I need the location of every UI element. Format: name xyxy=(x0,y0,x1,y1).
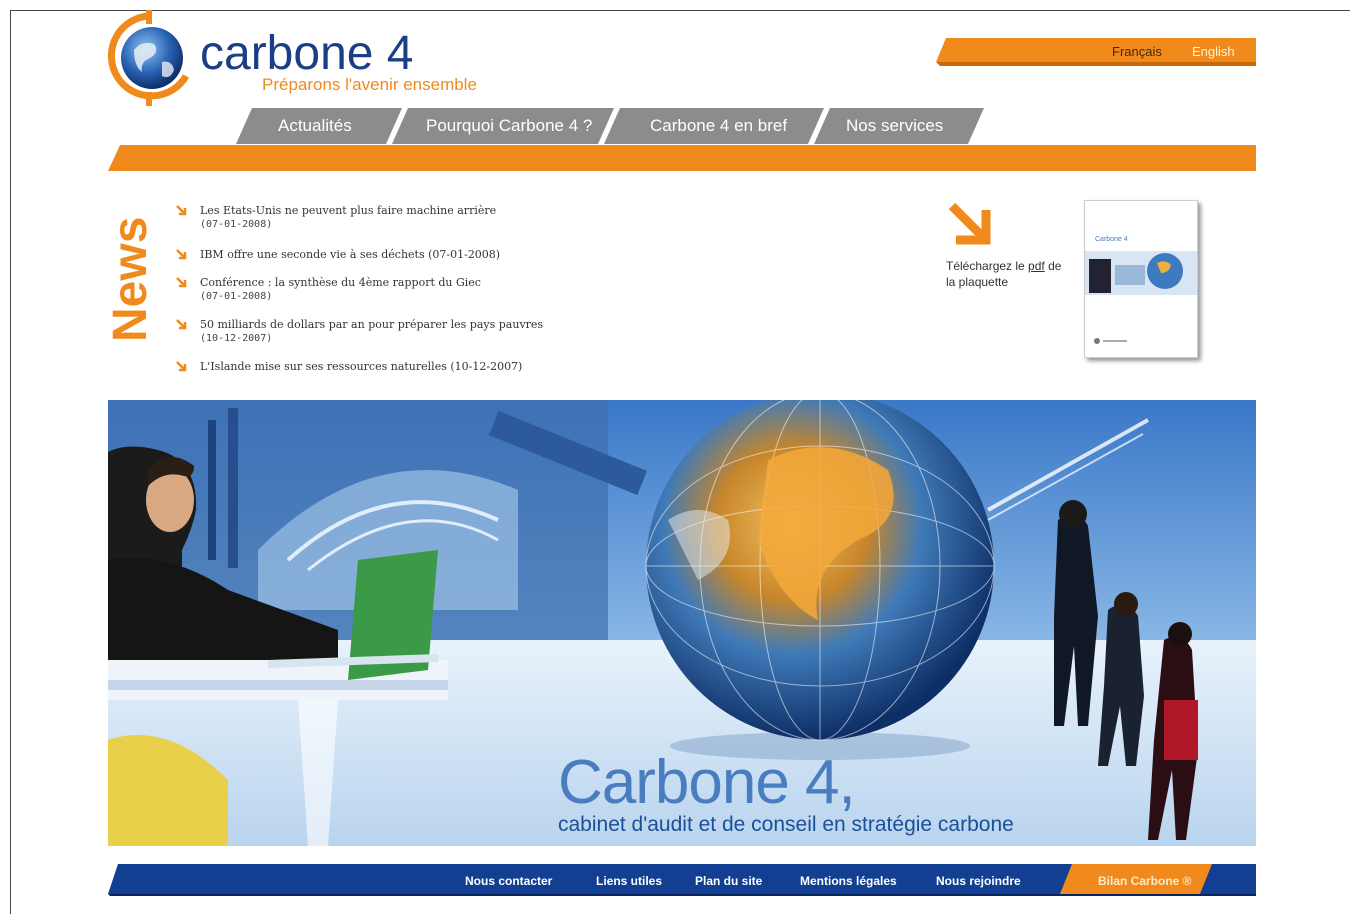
arrow-down-right-icon xyxy=(176,361,187,372)
hero-title: Carbone 4, xyxy=(558,748,856,817)
site-logo[interactable]: carbone 4 Préparons l'avenir ensemble xyxy=(104,10,524,110)
language-english-link[interactable]: English xyxy=(1192,44,1235,59)
logo-wordmark: carbone 4 xyxy=(200,27,414,80)
nav-tab-pourquoi[interactable]: Pourquoi Carbone 4 ? xyxy=(426,116,592,136)
news-item-title: Les Etats-Unis ne peuvent plus faire mac… xyxy=(200,204,497,217)
news-item-title: Conférence : la synthèse du 4ème rapport… xyxy=(200,276,481,289)
download-arrow-icon xyxy=(948,202,991,245)
news-item[interactable]: 50 milliards de dollars par an pour prép… xyxy=(176,318,543,346)
download-pdf-link[interactable]: pdf xyxy=(1028,259,1045,273)
news-item-title: L'Islande mise sur ses ressources nature… xyxy=(200,360,523,373)
globe-logo-icon xyxy=(107,10,190,106)
footer-link-contact[interactable]: Nous contacter xyxy=(465,874,552,888)
arrow-down-right-icon xyxy=(176,277,187,288)
footer-bar-background xyxy=(108,864,1256,896)
nav-tab-services[interactable]: Nos services xyxy=(846,116,943,136)
footer-link-liens-utiles[interactable]: Liens utiles xyxy=(596,874,662,888)
brochure-thumbnail[interactable]: Carbone 4 xyxy=(1084,200,1198,358)
footer-bar: Nous contacter Liens utiles Plan du site… xyxy=(108,864,1256,896)
footer-link-mentions-legales[interactable]: Mentions légales xyxy=(800,874,897,888)
main-navigation: Actualités Pourquoi Carbone 4 ? Carbone … xyxy=(236,106,996,146)
language-bar: Français English xyxy=(936,38,1256,66)
hero-subtitle: cabinet d'audit et de conseil en stratég… xyxy=(558,813,1014,836)
news-item[interactable]: Les Etats-Unis ne peuvent plus faire mac… xyxy=(176,204,496,232)
language-french-link[interactable]: Français xyxy=(1112,44,1162,59)
arrow-down-right-icon xyxy=(176,205,187,216)
arrow-down-right-icon xyxy=(176,249,187,260)
news-item[interactable]: Conférence : la synthèse du 4ème rapport… xyxy=(176,276,481,304)
hero-banner: Carbone 4, cabinet d'audit et de conseil… xyxy=(108,400,1256,846)
brochure-cover-image: Carbone 4 xyxy=(1085,201,1197,357)
orange-divider-bar xyxy=(108,145,1256,171)
news-item-date: (10-12-2007) xyxy=(200,333,273,344)
logo-tagline: Préparons l'avenir ensemble xyxy=(262,75,477,94)
download-brochure-link[interactable]: Téléchargez le pdf de la plaquette xyxy=(946,258,1070,290)
nav-tab-en-bref[interactable]: Carbone 4 en bref xyxy=(650,116,787,136)
news-item[interactable]: IBM offre une seconde vie à ses déchets … xyxy=(176,248,500,262)
news-heading-text: News xyxy=(104,217,154,342)
footer-link-bilan-carbone[interactable]: Bilan Carbone ® xyxy=(1098,874,1192,888)
brochure-title: Carbone 4 xyxy=(1095,236,1128,243)
news-item-title: 50 milliards de dollars par an pour prép… xyxy=(200,318,544,331)
news-item-title: IBM offre une seconde vie à ses déchets … xyxy=(200,248,501,261)
news-item[interactable]: L'Islande mise sur ses ressources nature… xyxy=(176,360,522,374)
news-item-date: (07-01-2008) xyxy=(200,219,273,230)
footer-link-plan-du-site[interactable]: Plan du site xyxy=(695,874,762,888)
footer-link-nous-rejoindre[interactable]: Nous rejoindre xyxy=(936,874,1021,888)
news-heading: News xyxy=(104,217,154,342)
nav-tab-actualites[interactable]: Actualités xyxy=(278,116,352,136)
download-text-before: Téléchargez le xyxy=(946,259,1029,273)
news-item-date: (07-01-2008) xyxy=(200,291,273,302)
arrow-down-right-icon xyxy=(176,319,187,330)
